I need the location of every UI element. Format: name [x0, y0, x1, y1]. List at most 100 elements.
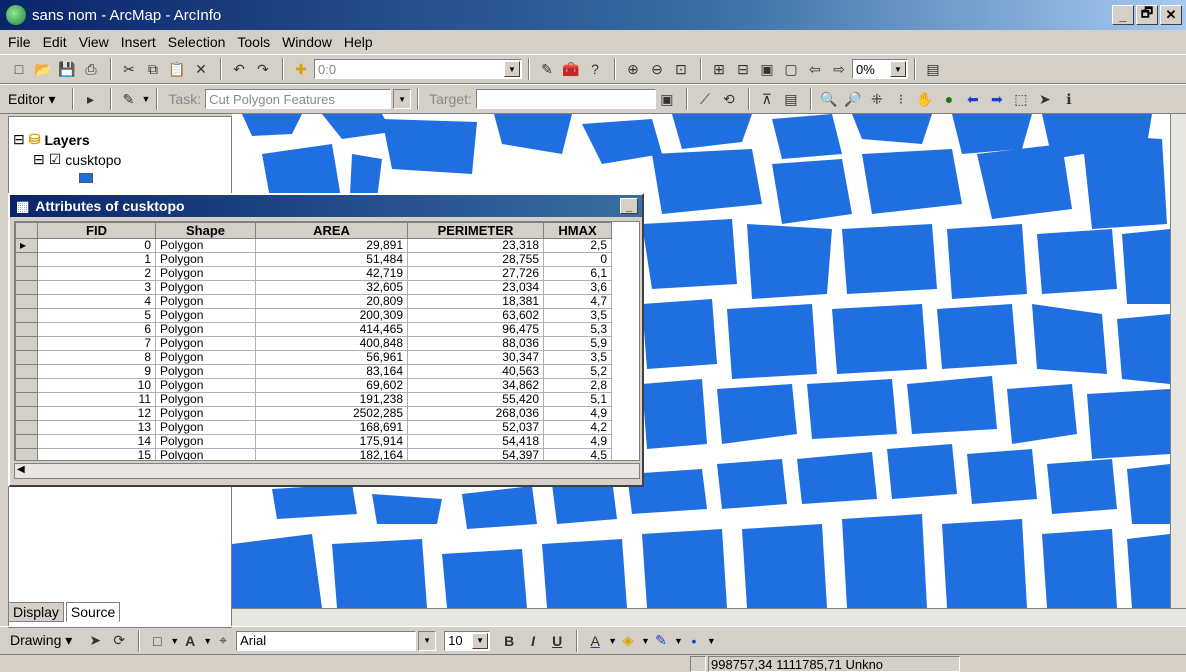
map-vertical-scrollbar[interactable]	[1170, 114, 1186, 608]
forward-extent-icon[interactable]: ➡	[986, 88, 1008, 110]
table-cell-perimeter[interactable]: 40,563	[407, 364, 544, 379]
table-cell-hmax[interactable]: 2,8	[543, 378, 612, 393]
table-row[interactable]: 3 Polygon 32,605 23,034 3,6	[15, 280, 612, 295]
toggle-draft-icon[interactable]: ▤	[922, 58, 944, 80]
chevron-down-icon[interactable]: ▼	[472, 632, 489, 649]
font-size-combo[interactable]: 10 ▼	[444, 630, 491, 651]
identify-icon[interactable]: ℹ	[1058, 88, 1080, 110]
underline-button[interactable]: U	[546, 630, 568, 652]
zoom-in-icon[interactable]: 🔍	[818, 88, 840, 110]
table-cell-fid[interactable]: 12	[37, 406, 156, 421]
chevron-down-icon[interactable]: ▼	[393, 89, 412, 109]
table-cell-area[interactable]: 168,691	[255, 420, 408, 435]
table-cell-hmax[interactable]: 4,5	[543, 448, 612, 460]
table-cell-perimeter[interactable]: 63,602	[407, 308, 544, 323]
drawing-menu-button[interactable]: Drawing ▾	[10, 632, 72, 649]
print-icon[interactable]: ⎙	[80, 58, 102, 80]
chevron-down-icon[interactable]: ▼	[504, 61, 520, 77]
table-cell-area[interactable]: 56,961	[255, 350, 408, 365]
table-cell-area[interactable]: 414,465	[255, 322, 408, 337]
table-cell-area[interactable]: 42,719	[255, 266, 408, 281]
menu-selection[interactable]: Selection	[168, 34, 226, 50]
whats-this-icon[interactable]: ?	[584, 58, 606, 80]
table-cell-area[interactable]: 51,484	[255, 252, 408, 267]
table-cell-shape[interactable]: Polygon	[155, 364, 256, 379]
font-name-combo[interactable]: Arial	[236, 630, 417, 651]
table-cell-shape[interactable]: Polygon	[155, 406, 256, 421]
table-cell-fid[interactable]: 5	[37, 308, 156, 323]
sketch-properties-icon[interactable]: ▤	[780, 88, 802, 110]
menu-view[interactable]: View	[79, 34, 109, 50]
table-cell-hmax[interactable]: 5,3	[543, 322, 612, 337]
table-cell-area[interactable]: 29,891	[255, 238, 408, 253]
marker-color-icon[interactable]: •	[683, 630, 705, 652]
row-selector[interactable]	[15, 322, 38, 337]
table-cell-fid[interactable]: 15	[37, 448, 156, 460]
table-cell-hmax[interactable]: 6,1	[543, 266, 612, 281]
layout-zoom-combo[interactable]: 0% ▼	[852, 59, 908, 79]
text-tool-icon[interactable]: A	[179, 630, 201, 652]
map-scale-combo[interactable]: 0:0 ▼	[314, 59, 522, 79]
row-selector[interactable]	[15, 350, 38, 365]
zoom-out-icon[interactable]: 🔎	[842, 88, 864, 110]
table-cell-fid[interactable]: 14	[37, 434, 156, 449]
editor-toolbar-icon[interactable]: ✎	[536, 58, 558, 80]
row-selector[interactable]	[15, 420, 38, 435]
full-extent-icon[interactable]: ●	[938, 88, 960, 110]
table-cell-area[interactable]: 2502,285	[255, 406, 408, 421]
table-row[interactable]: 12 Polygon 2502,285 268,036 4,9	[15, 406, 612, 421]
attributes-icon[interactable]: ⊼	[756, 88, 778, 110]
layers-group[interactable]: ⊟ ⛁ Layers	[13, 131, 90, 148]
new-document-icon[interactable]: □	[8, 58, 30, 80]
table-cell-perimeter[interactable]: 28,755	[407, 252, 544, 267]
table-cell-shape[interactable]: Polygon	[155, 238, 256, 253]
table-cell-hmax[interactable]: 3,5	[543, 308, 612, 323]
select-features-icon[interactable]: ⬚	[1010, 88, 1032, 110]
menu-help[interactable]: Help	[344, 34, 373, 50]
table-row[interactable]: 1 Polygon 51,484 28,755 0	[15, 252, 612, 267]
table-cell-hmax[interactable]: 4,2	[543, 420, 612, 435]
table-cell-hmax[interactable]: 4,7	[543, 294, 612, 309]
table-horizontal-scrollbar[interactable]: ◀	[14, 463, 640, 479]
collapse-icon[interactable]: ⊟	[33, 151, 45, 168]
table-cell-area[interactable]: 191,238	[255, 392, 408, 407]
layout-zoom-out-icon[interactable]: ⊟	[732, 58, 754, 80]
maximize-button[interactable]: 🗗	[1136, 5, 1158, 25]
table-cell-perimeter[interactable]: 23,034	[407, 280, 544, 295]
fixed-zoom-out-icon[interactable]: ⁝	[890, 88, 912, 110]
table-cell-perimeter[interactable]: 18,381	[407, 294, 544, 309]
table-cell-fid[interactable]: 0	[37, 238, 156, 253]
target-dropdown-icon[interactable]: ▣	[656, 88, 678, 110]
arctoolbox-icon[interactable]: 🧰	[560, 58, 582, 80]
minimize-button[interactable]: _	[1112, 5, 1134, 25]
scroll-left-icon[interactable]: ◀	[17, 464, 25, 475]
table-cell-area[interactable]: 200,309	[255, 308, 408, 323]
menu-edit[interactable]: Edit	[43, 34, 67, 50]
task-combo[interactable]: Cut Polygon Features	[205, 89, 392, 109]
table-cell-perimeter[interactable]: 30,347	[407, 350, 544, 365]
table-cell-fid[interactable]: 9	[37, 364, 156, 379]
zoom-out-fixed-icon[interactable]: ⊖	[646, 58, 668, 80]
collapse-icon[interactable]: ⊟	[13, 131, 25, 148]
fixed-zoom-in-icon[interactable]: ⁜	[866, 88, 888, 110]
copy-icon[interactable]: ⧉	[142, 58, 164, 80]
edit-tool-icon[interactable]: ▸	[80, 88, 102, 110]
column-header-shape[interactable]: Shape	[155, 222, 256, 239]
tab-source[interactable]: Source	[65, 602, 121, 622]
table-cell-fid[interactable]: 7	[37, 336, 156, 351]
zoom-selected-icon[interactable]: ⊡	[670, 58, 692, 80]
edit-vertices-icon[interactable]: ⌖	[212, 630, 234, 652]
column-header-perimeter[interactable]: PERIMETER	[407, 222, 544, 239]
close-button[interactable]: ✕	[1160, 5, 1182, 25]
row-selector[interactable]	[15, 434, 38, 449]
column-header-fid[interactable]: FID	[37, 222, 156, 239]
table-cell-hmax[interactable]: 5,1	[543, 392, 612, 407]
column-header-hmax[interactable]: HMAX	[543, 222, 612, 239]
table-row[interactable]: 4 Polygon 20,809 18,381 4,7	[15, 294, 612, 309]
table-cell-hmax[interactable]: 0	[543, 252, 612, 267]
select-elements-icon[interactable]: ➤	[1034, 88, 1056, 110]
row-selector[interactable]	[15, 266, 38, 281]
table-cell-shape[interactable]: Polygon	[155, 252, 256, 267]
table-cell-area[interactable]: 400,848	[255, 336, 408, 351]
table-cell-area[interactable]: 20,809	[255, 294, 408, 309]
